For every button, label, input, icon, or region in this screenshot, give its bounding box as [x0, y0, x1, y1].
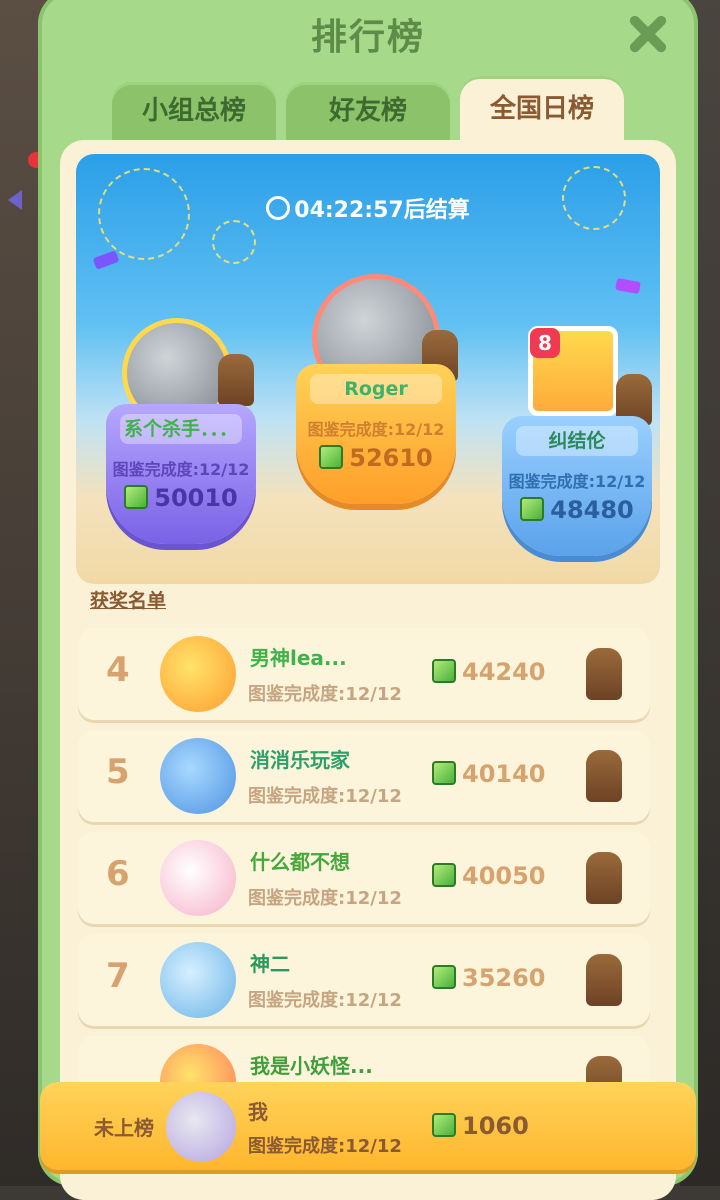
collection-progress: 图鉴完成度:12/12 — [248, 990, 402, 1011]
cube-icon — [432, 965, 456, 989]
list-item[interactable]: 6 什么都不想 图鉴完成度:12/12 40050 — [78, 832, 650, 924]
podium-name-2: 系个杀手．．． — [120, 414, 242, 444]
my-rank-bar[interactable]: 未上榜 我 图鉴完成度:12/12 1060 — [40, 1082, 696, 1170]
list-item[interactable]: 5 消消乐玩家 图鉴完成度:12/12 40140 — [78, 730, 650, 822]
podium-stage: 04:22:57后结算 Roger 图鉴完成度:12/12 52610 系个杀手… — [76, 154, 660, 584]
cube-icon — [432, 863, 456, 887]
player-name: 男神lea... — [250, 646, 347, 670]
bear-icon — [586, 852, 622, 904]
rank-number: 4 — [106, 650, 130, 690]
rank-number: 6 — [106, 854, 130, 894]
score: 40140 — [432, 760, 546, 788]
list-item[interactable]: 4 男神lea... 图鉴完成度:12/12 44240 — [78, 628, 650, 720]
cube-icon — [432, 659, 456, 683]
close-icon[interactable] — [626, 12, 670, 56]
rank-number: 7 — [106, 956, 130, 996]
podium-rank-2: 系个杀手．．． 图鉴完成度:12/12 50010 — [106, 404, 256, 544]
podium-name-1: Roger — [310, 374, 442, 404]
level-badge: 8 — [530, 328, 560, 358]
cube-icon — [520, 497, 545, 521]
podium-progress-1: 图鉴完成度:12/12 — [307, 420, 445, 439]
player-name: 我是小妖怪... — [250, 1054, 373, 1078]
score: 40050 — [432, 862, 546, 890]
panel-title: 排行榜 — [310, 17, 425, 58]
bear-icon — [586, 954, 622, 1006]
award-list-title: 获奖名单 — [90, 590, 167, 612]
clock-icon — [266, 196, 291, 220]
avatar — [166, 1092, 236, 1162]
podium-score-3: 48480 — [502, 496, 652, 524]
rank-number: 5 — [106, 752, 130, 792]
cube-icon — [319, 445, 344, 469]
tab-friends[interactable]: 好友榜 — [286, 82, 450, 142]
podium-score-1: 52610 — [296, 444, 456, 472]
cube-icon — [124, 485, 149, 509]
player-name: 消消乐玩家 — [250, 748, 350, 772]
bear-icon — [586, 648, 622, 700]
my-score: 1060 — [432, 1112, 529, 1140]
unranked-status: 未上榜 — [94, 1116, 154, 1140]
cube-icon — [432, 1113, 456, 1137]
side-arrow-icon[interactable] — [8, 190, 22, 210]
podium-progress-3: 图鉴完成度:12/12 — [508, 472, 646, 491]
avatar — [160, 942, 236, 1018]
podium-rank-1: Roger 图鉴完成度:12/12 52610 — [296, 364, 456, 504]
tab-group-total[interactable]: 小组总榜 — [112, 82, 276, 142]
bear-icon — [218, 354, 254, 406]
timer-text: 04:22:57后结算 — [294, 198, 470, 223]
confetti-ribbon — [92, 250, 120, 270]
firework-decoration — [212, 220, 256, 264]
podium-progress-2: 图鉴完成度:12/12 — [112, 460, 250, 479]
collection-progress: 图鉴完成度:12/12 — [248, 684, 402, 705]
list-item[interactable]: 7 神二 图鉴完成度:12/12 35260 — [78, 934, 650, 1026]
score: 35260 — [432, 964, 546, 992]
confetti-ribbon — [615, 278, 641, 294]
podium-score-2: 50010 — [106, 484, 256, 512]
my-name: 我 — [248, 1100, 268, 1124]
collection-progress: 图鉴完成度:12/12 — [248, 786, 402, 807]
bear-icon — [586, 750, 622, 802]
collection-progress: 图鉴完成度:12/12 — [248, 888, 402, 909]
avatar — [160, 636, 236, 712]
settlement-timer: 04:22:57后结算 — [76, 192, 660, 224]
tab-national-daily[interactable]: 全国日榜 — [460, 76, 624, 142]
podium-rank-3: 纠结伦 图鉴完成度:12/12 48480 — [502, 416, 652, 556]
player-name: 什么都不想 — [250, 850, 350, 874]
avatar — [160, 738, 236, 814]
content-area: 04:22:57后结算 Roger 图鉴完成度:12/12 52610 系个杀手… — [60, 140, 676, 1200]
podium-name-3: 纠结伦 — [516, 426, 638, 456]
player-name: 神二 — [250, 952, 290, 976]
leaderboard-panel: 排行榜 小组总榜 好友榜 全国日榜 04:22:57后结算 Roger 图鉴完成… — [38, 0, 698, 1200]
cube-icon — [432, 761, 456, 785]
score: 44240 — [432, 658, 546, 686]
my-collection-progress: 图鉴完成度:12/12 — [248, 1136, 402, 1157]
avatar — [160, 840, 236, 916]
